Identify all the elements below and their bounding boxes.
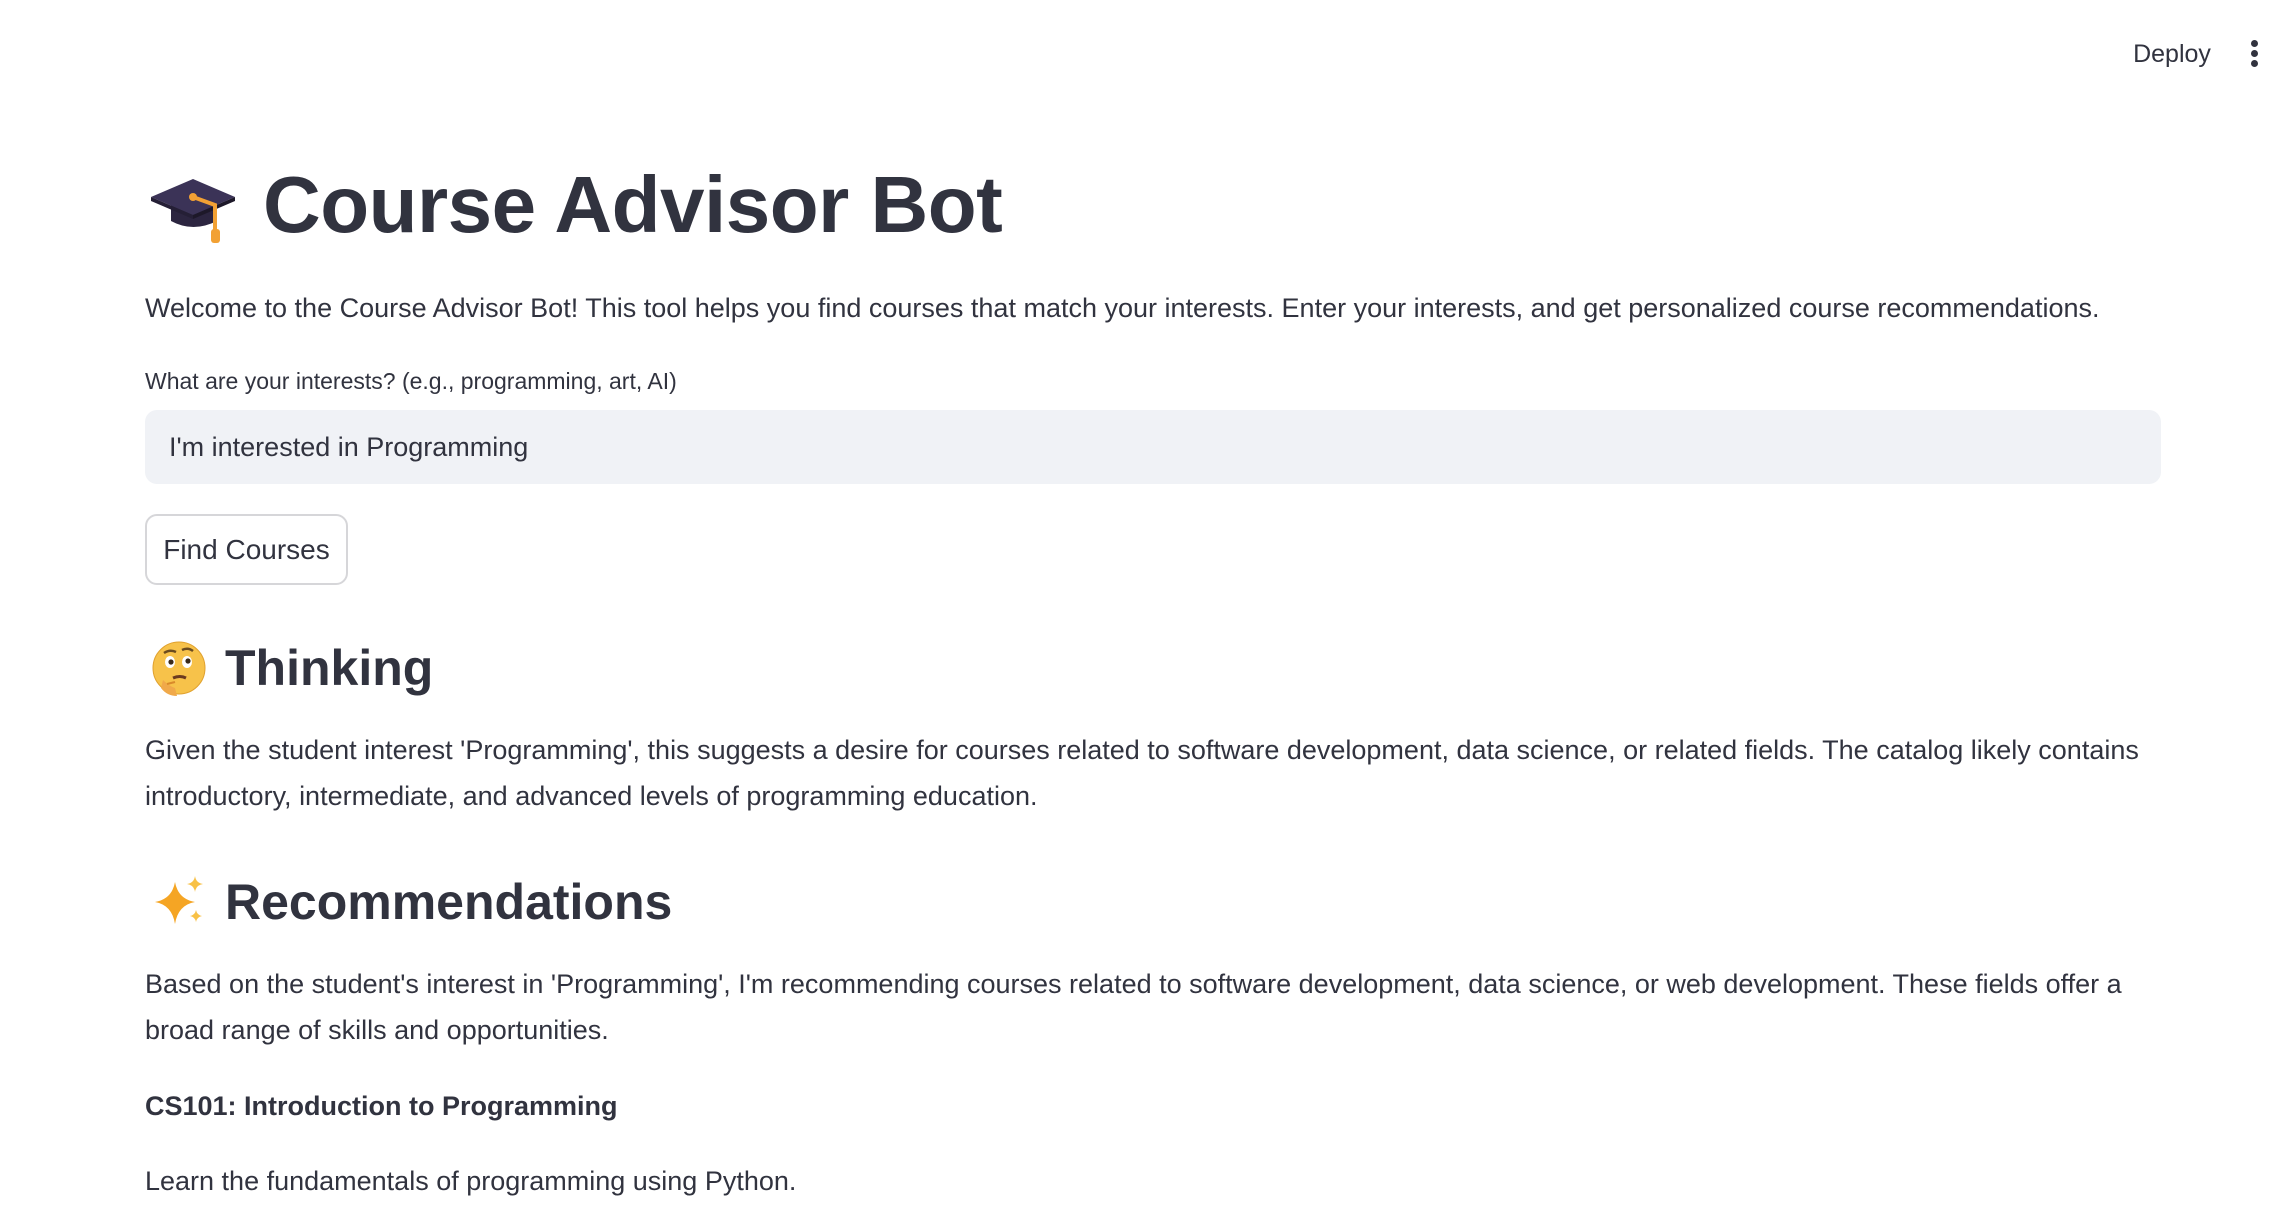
thinking-heading-text: Thinking [225,640,434,696]
page-header: Course Advisor Bot [145,150,1003,260]
thinking-face-icon [152,641,206,696]
recommendations-text: Based on the student's interest in 'Prog… [145,969,2122,1045]
recommendations-heading: Recommendations [145,862,672,942]
course-title: CS101: Introduction to Programming [145,1091,618,1121]
graduation-cap-icon [151,179,235,243]
top-toolbar: Deploy [0,0,2296,108]
welcome-text: Welcome to the Course Advisor Bot! This … [145,293,2100,323]
thinking-heading: Thinking [145,628,433,708]
deploy-button[interactable]: Deploy [2112,36,2232,72]
find-courses-button[interactable]: Find Courses [145,514,348,585]
thinking-text: Given the student interest 'Programming'… [145,735,2139,811]
main-menu-button[interactable] [2245,38,2265,70]
interests-label: What are your interests? (e.g., programm… [145,368,677,394]
interests-input[interactable]: I'm interested in Programming [145,410,2161,484]
course-description: Learn the fundamentals of programming us… [145,1166,797,1196]
recommendations-heading-text: Recommendations [225,874,673,930]
page-title: Course Advisor Bot [263,160,1003,249]
sparkles-icon [155,876,203,924]
